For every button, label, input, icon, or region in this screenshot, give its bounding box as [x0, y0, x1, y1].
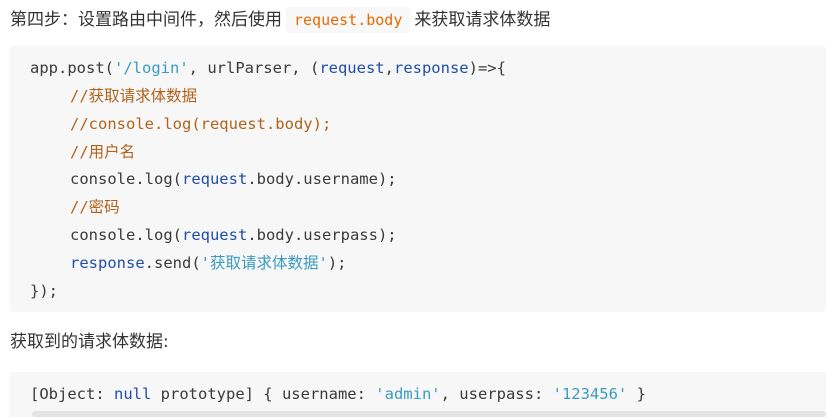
- code-token: ,: [384, 59, 394, 77]
- inline-code-request-body: request.body: [286, 7, 411, 33]
- code-line-6: //密码: [30, 193, 120, 221]
- code-comment: //密码: [70, 198, 120, 216]
- code-line-9: });: [30, 277, 58, 305]
- code-comment: //获取请求体数据: [70, 87, 198, 105]
- code-comment: //console.log(request.body);: [70, 115, 332, 133]
- step-heading-prefix: 第四步：设置路由中间件，然后使用: [10, 10, 282, 30]
- code-variable: request: [319, 59, 385, 77]
- step-heading-suffix: 来获取请求体数据: [414, 10, 551, 30]
- code-token: });: [30, 282, 58, 300]
- code-line-4: //用户名: [30, 138, 135, 166]
- code-line-5: console.log(request.body.username);: [30, 165, 397, 193]
- horizontal-scrollbar[interactable]: [32, 411, 826, 417]
- code-token: .send(: [144, 254, 201, 272]
- code-string: 'admin': [375, 385, 441, 403]
- code-line-2: //获取请求体数据: [30, 82, 197, 110]
- code-string: '获取请求体数据': [200, 254, 328, 272]
- result-code-line: [Object: null prototype] { username: 'ad…: [30, 381, 646, 407]
- code-variable: request: [181, 170, 248, 188]
- code-string: '/login': [114, 59, 189, 77]
- code-token: console.log(: [70, 170, 182, 188]
- code-token: )=>{: [468, 59, 506, 77]
- code-token: , urlParser, (: [188, 59, 320, 77]
- code-line-1: app.post('/login', urlParser, (request,r…: [30, 54, 506, 82]
- code-line-7: console.log(request.body.userpass);: [30, 221, 397, 249]
- code-line-3: //console.log(request.body);: [30, 110, 331, 138]
- code-comment: //用户名: [70, 143, 136, 161]
- code-token: console.log(: [70, 226, 182, 244]
- code-token: .body.username);: [247, 170, 397, 188]
- code-token: prototype] { username:: [151, 385, 376, 403]
- result-code-block: [Object: null prototype] { username: 'ad…: [10, 372, 826, 417]
- code-variable: request: [181, 226, 248, 244]
- code-token: .body.userpass);: [247, 226, 397, 244]
- code-variable: response: [393, 59, 469, 77]
- code-string: '123456': [552, 385, 628, 403]
- code-variable: response: [70, 254, 145, 272]
- step-heading: 第四步：设置路由中间件，然后使用 request.body 来获取请求体数据: [10, 7, 550, 33]
- code-token: }: [627, 385, 646, 403]
- code-token: );: [327, 254, 347, 272]
- code-line-8: response.send('获取请求体数据');: [30, 249, 347, 277]
- code-token: [Object:: [30, 385, 114, 403]
- code-token: , userpass:: [440, 385, 553, 403]
- code-token: app.post(: [30, 59, 114, 77]
- code-keyword: null: [114, 385, 152, 403]
- code-block: app.post('/login', urlParser, (request,r…: [10, 46, 826, 312]
- result-label: 获取到的请求体数据:: [10, 332, 169, 352]
